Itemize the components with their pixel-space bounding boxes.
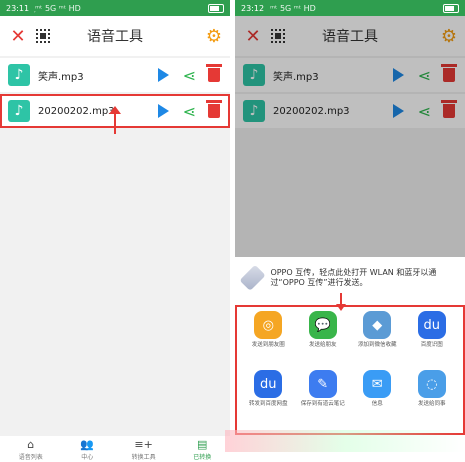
- play-icon[interactable]: [392, 104, 404, 118]
- battery-icon: [443, 3, 459, 13]
- page-title: 语音工具: [322, 29, 378, 45]
- file-name: 20200202.mp3: [38, 105, 115, 117]
- settings-gear-icon[interactable]: ⚙: [206, 26, 222, 47]
- battery-icon: [208, 3, 224, 13]
- close-icon[interactable]: ✕: [8, 26, 28, 47]
- select-all-icon[interactable]: [271, 29, 285, 43]
- share-icon[interactable]: ⋖: [183, 66, 196, 85]
- bottom-navigation: ⌂ 语音列表 👥 中心 ≡+ 转换工具 ▤ 已转换: [0, 436, 230, 462]
- music-note-icon: ♪: [243, 100, 265, 122]
- settings-gear-icon[interactable]: ⚙: [441, 26, 457, 47]
- nav-label: 中心: [81, 453, 94, 461]
- message-icon: ✉: [363, 370, 392, 398]
- list-item[interactable]: ♪ 笑声.mp3 ⋖: [0, 58, 230, 92]
- share-target[interactable]: ◌ 发送给同事: [405, 370, 460, 429]
- file-name: 笑声.mp3: [273, 71, 319, 83]
- oppo-share-icon: [239, 264, 266, 292]
- close-icon[interactable]: ✕: [243, 26, 263, 47]
- people-icon: 👥: [80, 437, 95, 451]
- select-all-icon[interactable]: [36, 29, 50, 43]
- app-toolbar: ✕ 语音工具 ⚙: [0, 16, 230, 56]
- list-item[interactable]: ♪ 笑声.mp3 ⋖: [235, 58, 465, 92]
- status-bar: 23:11 ᷊ᵐᵗ 5G ᵐᵗ HD: [0, 0, 230, 16]
- share-target[interactable]: du 百度识图: [405, 311, 460, 370]
- share-targets-grid: ◎ 发送到朋友圈 💬 发送给朋友 ◆ 添加到微信收藏 du 百度识图 du 转发…: [235, 305, 465, 435]
- baidu-icon: du: [417, 311, 446, 339]
- share-target-label: 发送到朋友圈: [251, 342, 285, 348]
- list-add-icon: ≡+: [134, 437, 153, 451]
- music-note-icon: ♪: [8, 100, 30, 122]
- page-title: 语音工具: [87, 29, 143, 45]
- file-name: 笑声.mp3: [38, 71, 84, 83]
- nav-center[interactable]: 👥 中心: [80, 438, 94, 461]
- signal-text: ᷊ᵐᵗ 5G ᵐᵗ HD: [35, 3, 81, 13]
- nav-converted[interactable]: ▤ 已转换: [193, 438, 211, 461]
- delete-icon[interactable]: [441, 100, 457, 118]
- nav-voice-list[interactable]: ⌂ 语音列表: [19, 438, 43, 461]
- share-target[interactable]: ✉ 信息: [350, 370, 405, 429]
- nav-label: 语音列表: [18, 453, 43, 461]
- signal-text: ᵐᵗ 5G ᵐᵗ HD: [270, 3, 316, 13]
- file-name: 20200202.mp3: [273, 105, 350, 117]
- share-target[interactable]: du 转发到百度网盘: [241, 370, 296, 429]
- wechat-icon: 💬: [308, 311, 337, 339]
- play-icon[interactable]: [157, 68, 169, 82]
- status-time: 23:11: [6, 3, 30, 13]
- delete-icon[interactable]: [441, 64, 457, 82]
- pen-icon: ✎: [308, 370, 337, 398]
- status-time: 23:12: [241, 3, 265, 13]
- share-target[interactable]: ◆ 添加到微信收藏: [350, 311, 405, 370]
- annotation-arrow: [336, 293, 346, 311]
- cube-icon: ◆: [363, 311, 392, 339]
- chat-icon: ◌: [417, 370, 446, 398]
- share-target-label: 添加到微信收藏: [357, 342, 397, 348]
- app-toolbar: ✕ 语音工具 ⚙: [235, 16, 465, 56]
- watermark-overlay: [225, 430, 465, 452]
- share-target-label: 发送给朋友: [308, 342, 337, 348]
- share-icon[interactable]: ⋖: [418, 102, 431, 121]
- baidu-netdisk-icon: du: [254, 370, 283, 398]
- nav-label: 已转换: [193, 453, 212, 461]
- share-target-label: 发送给同事: [417, 401, 446, 407]
- share-target-label: 保存到有道云笔记: [300, 401, 345, 407]
- share-target[interactable]: ◎ 发送到朋友圈: [241, 311, 296, 370]
- list-item[interactable]: ♪ 20200202.mp3 ⋖: [235, 94, 465, 128]
- share-target[interactable]: ✎ 保存到有道云笔记: [296, 370, 351, 429]
- left-phone-screen: 23:11 ᷊ᵐᵗ 5G ᵐᵗ HD ✕ 语音工具 ⚙ ♪ 笑声.mp3 ⋖ ♪…: [0, 0, 230, 462]
- delete-icon[interactable]: [206, 100, 222, 118]
- oppo-share-banner[interactable]: OPPO 互传，轻点此处打开 WLAN 和蓝牙以通过“OPPO 互传”进行发送。: [235, 257, 465, 299]
- share-target[interactable]: 💬 发送给朋友: [296, 311, 351, 370]
- share-icon[interactable]: ⋖: [183, 102, 196, 121]
- share-icon[interactable]: ⋖: [418, 66, 431, 85]
- share-target-label: 转发到百度网盘: [248, 401, 288, 407]
- home-icon: ⌂: [27, 437, 35, 451]
- play-icon[interactable]: [157, 104, 169, 118]
- right-phone-screen: 23:12 ᵐᵗ 5G ᵐᵗ HD ✕ 语音工具 ⚙ ♪ 笑声.mp3 ⋖ ♪ …: [235, 0, 465, 462]
- share-target-label: 百度识图: [420, 342, 443, 348]
- camera-aperture-icon: ◎: [254, 311, 283, 339]
- nav-convert-tool[interactable]: ≡+ 转换工具: [132, 438, 156, 461]
- music-note-icon: ♪: [8, 64, 30, 86]
- play-icon[interactable]: [392, 68, 404, 82]
- nav-label: 转换工具: [131, 453, 156, 461]
- share-target-label: 信息: [371, 401, 383, 407]
- music-note-icon: ♪: [243, 64, 265, 86]
- converted-icon: ▤: [197, 437, 208, 451]
- annotation-arrow: [109, 106, 121, 134]
- status-bar: 23:12 ᵐᵗ 5G ᵐᵗ HD: [235, 0, 465, 16]
- delete-icon[interactable]: [206, 64, 222, 82]
- oppo-share-text: OPPO 互传，轻点此处打开 WLAN 和蓝牙以通过“OPPO 互传”进行发送。: [270, 267, 437, 287]
